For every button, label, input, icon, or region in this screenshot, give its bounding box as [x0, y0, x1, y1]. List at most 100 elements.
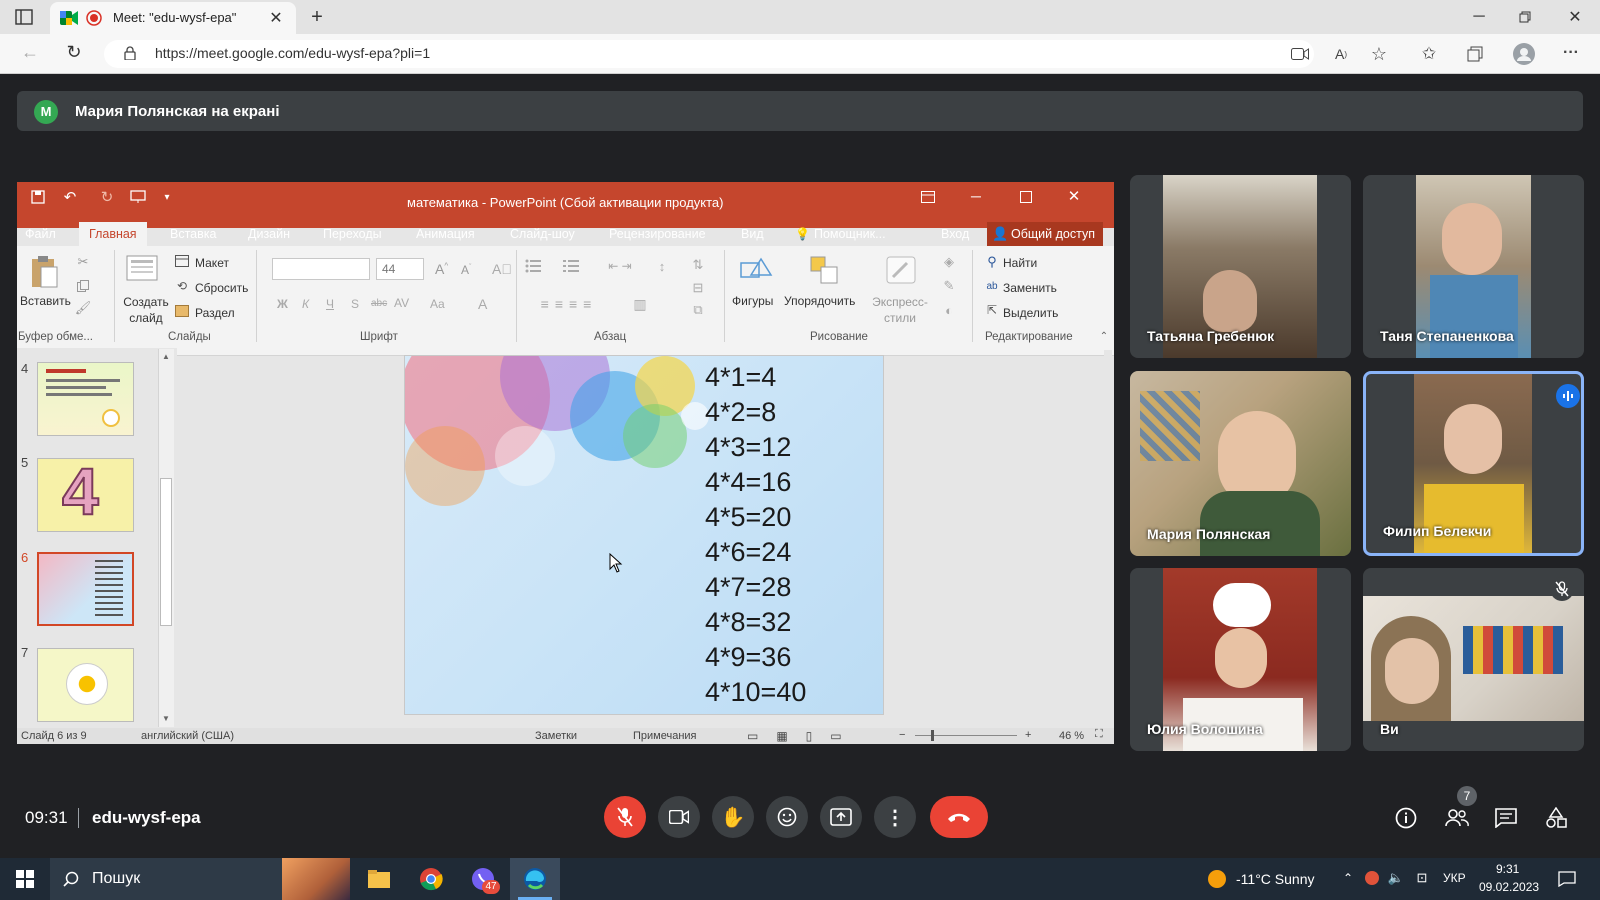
layout-button[interactable]: Макет	[195, 256, 229, 270]
windows-start-icon[interactable]	[14, 868, 36, 890]
font-color-icon[interactable]: A	[478, 296, 487, 312]
leave-call-button[interactable]	[930, 796, 988, 838]
numbering-icon[interactable]	[562, 258, 580, 274]
tab-slideshow[interactable]: Слайд-шоу	[510, 227, 575, 241]
underline-icon[interactable]: Ч	[326, 297, 334, 311]
shrink-font-icon[interactable]: Aˇ	[461, 263, 471, 277]
start-slideshow-icon[interactable]	[129, 188, 147, 206]
clear-format-icon[interactable]: A⃥	[492, 261, 512, 277]
text-direction-icon[interactable]: ⇅	[688, 256, 708, 274]
copy-icon[interactable]	[75, 278, 91, 294]
tab-design[interactable]: Дизайн	[248, 227, 290, 241]
comments-button[interactable]: Примечания	[633, 730, 697, 742]
thumbs-scrollbar-thumb[interactable]	[160, 478, 172, 626]
read-aloud-icon[interactable]: A)	[1330, 44, 1352, 64]
smartart-icon[interactable]: ⧉	[688, 302, 708, 318]
collections-icon[interactable]	[1465, 44, 1485, 64]
raise-hand-button[interactable]: ✋	[712, 796, 754, 838]
shadow-icon[interactable]: S	[351, 297, 359, 311]
chrome-icon[interactable]	[418, 866, 444, 892]
close-tab-icon[interactable]: ✕	[268, 10, 284, 27]
current-slide[interactable]: 4*1=4 4*2=8 4*3=12 4*4=16 4*5=20 4*6=24 …	[404, 355, 884, 715]
shape-effects-icon[interactable]: ◐	[940, 302, 958, 318]
char-spacing-icon[interactable]: AV	[394, 296, 409, 310]
new-slide-icon[interactable]	[125, 254, 159, 284]
participant-tile[interactable]: Мария Полянская	[1130, 371, 1351, 556]
redo-icon[interactable]: ↻	[97, 187, 117, 207]
zoom-level[interactable]: 46 %	[1059, 730, 1084, 742]
shapes-icon[interactable]	[738, 254, 774, 286]
profile-avatar[interactable]	[1512, 42, 1536, 66]
collapse-ribbon-icon[interactable]: ⌃	[1098, 330, 1110, 342]
edge-icon[interactable]	[522, 866, 548, 892]
favorite-add-icon[interactable]: ☆	[1368, 43, 1390, 65]
arrange-label[interactable]: Упорядочить	[784, 294, 855, 308]
replace-button[interactable]: Заменить	[1003, 281, 1057, 295]
scroll-down-icon[interactable]: ▼	[160, 712, 172, 724]
cut-icon[interactable]: ✂	[75, 254, 91, 270]
italic-icon[interactable]: К	[302, 297, 309, 311]
present-screen-button[interactable]	[820, 796, 862, 838]
tab-file[interactable]: Файл	[25, 227, 56, 241]
more-menu-icon[interactable]: ···	[1560, 42, 1582, 64]
save-icon[interactable]	[29, 188, 47, 206]
camera-permission-icon[interactable]	[1290, 44, 1310, 64]
input-language[interactable]: УКР	[1443, 871, 1466, 885]
browser-tab[interactable]: Meet: "edu-wysf-epa" ✕	[50, 2, 296, 34]
zoom-slider-thumb[interactable]	[931, 730, 934, 741]
line-spacing-icon[interactable]: ↕	[652, 258, 672, 274]
slide-thumbnail-5[interactable]: 4	[37, 453, 134, 532]
participant-tile[interactable]: Таня Степаненкова	[1363, 175, 1584, 358]
zoom-in-icon[interactable]: +	[1025, 729, 1031, 741]
participant-tile-speaking[interactable]: Филип Белекчи	[1363, 371, 1584, 556]
volume-icon[interactable]: 🔈	[1386, 868, 1406, 888]
indent-icons[interactable]: ⇤ ⇥	[600, 258, 640, 274]
ribbon-display-icon[interactable]	[919, 188, 937, 206]
participant-tile[interactable]: Татьяна Гребенюк	[1130, 175, 1351, 358]
participant-tile[interactable]: Юлия Волошина	[1130, 568, 1351, 751]
view-buttons-icons[interactable]: ▭▦▯▭	[747, 729, 860, 743]
bullets-icon[interactable]	[524, 258, 542, 274]
network-icon[interactable]: ⊡	[1412, 868, 1432, 888]
undo-icon[interactable]: ↶	[59, 187, 81, 207]
scroll-up-icon[interactable]: ▲	[160, 350, 172, 362]
meeting-details-icon[interactable]	[1394, 806, 1418, 830]
shape-fill-icon[interactable]: ◈	[940, 254, 958, 270]
new-slide-label[interactable]: Создать слайд	[122, 294, 170, 326]
camera-toggle-button[interactable]	[658, 796, 700, 838]
tab-view[interactable]: Вид	[741, 227, 764, 241]
mic-toggle-button[interactable]	[604, 796, 646, 838]
customize-qat-icon[interactable]: ▾	[161, 188, 173, 206]
quick-styles-icon[interactable]	[884, 254, 918, 286]
tab-insert[interactable]: Вставка	[170, 227, 216, 241]
reload-icon[interactable]: ↻	[64, 42, 84, 62]
taskbar-date[interactable]: 09.02.2023	[1479, 880, 1539, 894]
close-window-icon[interactable]: ✕	[1566, 8, 1584, 26]
grow-font-icon[interactable]: A^	[435, 261, 448, 277]
shapes-label[interactable]: Фигуры	[732, 294, 773, 308]
people-icon[interactable]	[1444, 806, 1470, 830]
quick-styles-label[interactable]: Экспресс-стили	[870, 294, 930, 326]
ppt-close-icon[interactable]: ✕	[1065, 187, 1083, 205]
bold-icon[interactable]: Ж	[277, 297, 288, 311]
slide-thumbnail-6[interactable]	[37, 552, 134, 626]
fit-slide-icon[interactable]: ⛶	[1095, 728, 1103, 741]
reset-button[interactable]: Сбросить	[195, 281, 248, 295]
reactions-button[interactable]	[766, 796, 808, 838]
sign-in-link[interactable]: Вход	[941, 227, 969, 241]
strikethrough-icon[interactable]: abc	[371, 298, 387, 309]
columns-icon[interactable]: ▥	[630, 296, 650, 312]
find-button[interactable]: Найти	[1003, 256, 1037, 270]
tray-overflow-icon[interactable]: ⌃	[1340, 868, 1356, 888]
minimize-window-icon[interactable]: ─	[1470, 8, 1488, 26]
alignment-icons[interactable]: ≡≡≡≡	[524, 296, 614, 312]
slide-thumbnail-7[interactable]	[37, 648, 134, 722]
zoom-out-icon[interactable]: −	[899, 729, 905, 741]
language-status[interactable]: английский (США)	[141, 730, 234, 742]
ppt-maximize-icon[interactable]	[1017, 188, 1035, 206]
shape-outline-icon[interactable]: ✎	[940, 278, 958, 294]
lock-icon[interactable]	[122, 44, 138, 62]
select-button[interactable]: Выделить	[1003, 306, 1058, 320]
file-explorer-icon[interactable]	[366, 866, 392, 892]
weather-text[interactable]: -11°C Sunny	[1236, 871, 1315, 887]
